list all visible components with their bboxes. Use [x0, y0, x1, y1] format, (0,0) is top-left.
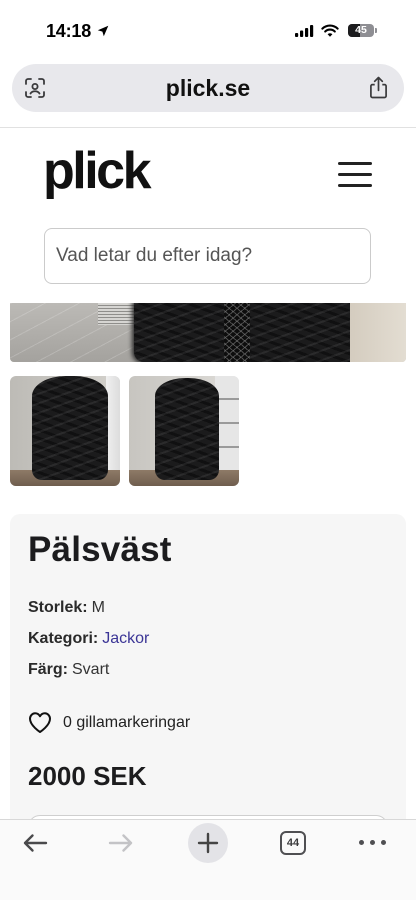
- thumbnail-2[interactable]: [129, 376, 239, 486]
- location-arrow-icon: [97, 25, 109, 37]
- detail-category: Kategori: Jackor: [28, 623, 149, 654]
- tab-count: 44: [286, 837, 300, 849]
- menu-line: [338, 184, 372, 187]
- battery-nub: [375, 28, 377, 33]
- more-dot: [359, 840, 364, 845]
- detail-size: Storlek: M: [28, 592, 105, 623]
- size-label: Storlek:: [28, 599, 88, 616]
- battery-percent: 45: [355, 24, 367, 36]
- photo-fur-vest: [155, 378, 219, 480]
- photo-door: [106, 376, 120, 470]
- back-arrow-icon[interactable]: [22, 833, 48, 853]
- thumbnail-1[interactable]: [10, 376, 120, 486]
- more-dot: [370, 840, 375, 845]
- address-bar[interactable]: plick.se: [12, 64, 404, 112]
- tabs-icon[interactable]: 44: [280, 831, 306, 855]
- share-icon[interactable]: [369, 76, 388, 99]
- photo-wall: [350, 303, 406, 362]
- menu-line: [338, 173, 372, 176]
- likes-row: 0 gillamarkeringar: [28, 711, 228, 735]
- listing-price: 2000 SEK: [28, 761, 147, 791]
- main-product-image[interactable]: [10, 303, 406, 362]
- more-icon[interactable]: [359, 840, 386, 846]
- color-label: Färg:: [28, 661, 68, 678]
- new-tab-button[interactable]: [188, 823, 228, 863]
- category-label: Kategori:: [28, 630, 99, 647]
- likes-count: 0 gillamarkeringar: [63, 714, 191, 731]
- cellular-signal-icon: [295, 25, 314, 37]
- photo-fur-vest: [32, 376, 108, 480]
- site-logo[interactable]: plick: [43, 145, 152, 197]
- size-value: M: [91, 599, 105, 616]
- search-input[interactable]: [44, 228, 371, 284]
- heart-outline-icon[interactable]: [28, 711, 52, 734]
- detail-color: Färg: Svart: [28, 654, 109, 685]
- viewfinder-icon[interactable]: [24, 77, 46, 99]
- browser-divider: [0, 127, 416, 128]
- battery-icon: 45: [348, 24, 374, 37]
- hamburger-menu-icon[interactable]: [336, 158, 374, 190]
- status-time: 14:18: [46, 21, 92, 41]
- forward-arrow-icon[interactable]: [108, 833, 134, 853]
- more-dot: [381, 840, 386, 845]
- color-value: Svart: [72, 661, 110, 678]
- photo-lacing: [224, 303, 250, 362]
- browser-toolbar: 44: [0, 819, 416, 900]
- listing-title: Pälsväst: [28, 530, 172, 569]
- wifi-icon: [321, 24, 339, 37]
- plus-icon: [197, 832, 219, 854]
- url-text[interactable]: plick.se: [72, 64, 344, 112]
- status-bar: 14:18 45: [0, 0, 416, 54]
- photo-vent: [98, 303, 138, 325]
- category-link[interactable]: Jackor: [102, 630, 149, 647]
- menu-line: [338, 162, 372, 165]
